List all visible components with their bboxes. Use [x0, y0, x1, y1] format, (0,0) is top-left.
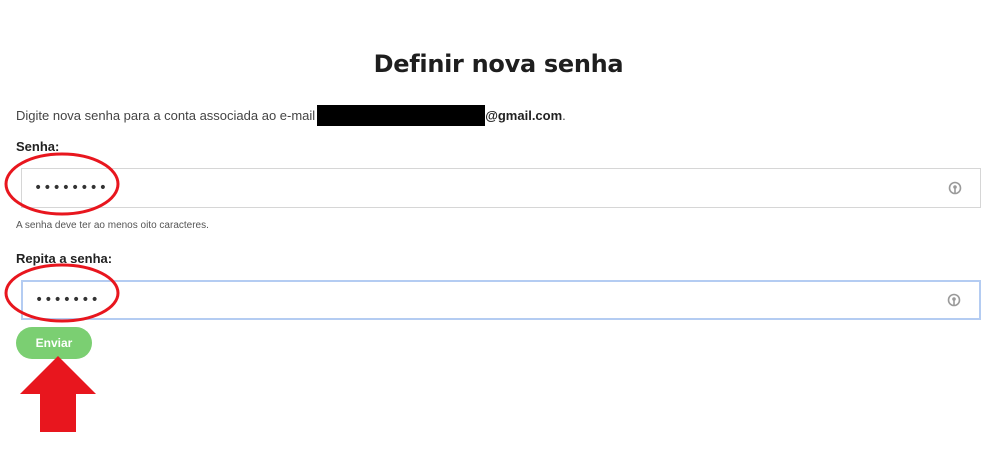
page-title: Definir nova senha	[373, 50, 624, 78]
repeat-password-value: •••••••	[35, 292, 100, 308]
description-suffix: .	[562, 108, 566, 123]
page-description: Digite nova senha para a conta associada…	[16, 105, 566, 126]
email-domain: @gmail.com	[485, 108, 563, 123]
repeat-password-field[interactable]: •••••••	[21, 280, 981, 320]
password-field[interactable]: ••••••••	[21, 168, 981, 208]
repeat-password-label: Repita a senha:	[16, 251, 113, 266]
submit-button[interactable]: Enviar	[16, 327, 92, 359]
password-value: ••••••••	[34, 180, 109, 196]
password-label: Senha:	[16, 139, 60, 154]
redacted-email-block	[317, 105, 486, 126]
password-manager-key-icon[interactable]	[947, 293, 961, 307]
password-manager-key-icon[interactable]	[948, 181, 962, 195]
description-text: Digite nova senha para a conta associada…	[16, 108, 316, 123]
annotation-arrow-up-icon	[20, 356, 96, 432]
password-hint: A senha deve ter ao menos oito caractere…	[16, 220, 209, 231]
